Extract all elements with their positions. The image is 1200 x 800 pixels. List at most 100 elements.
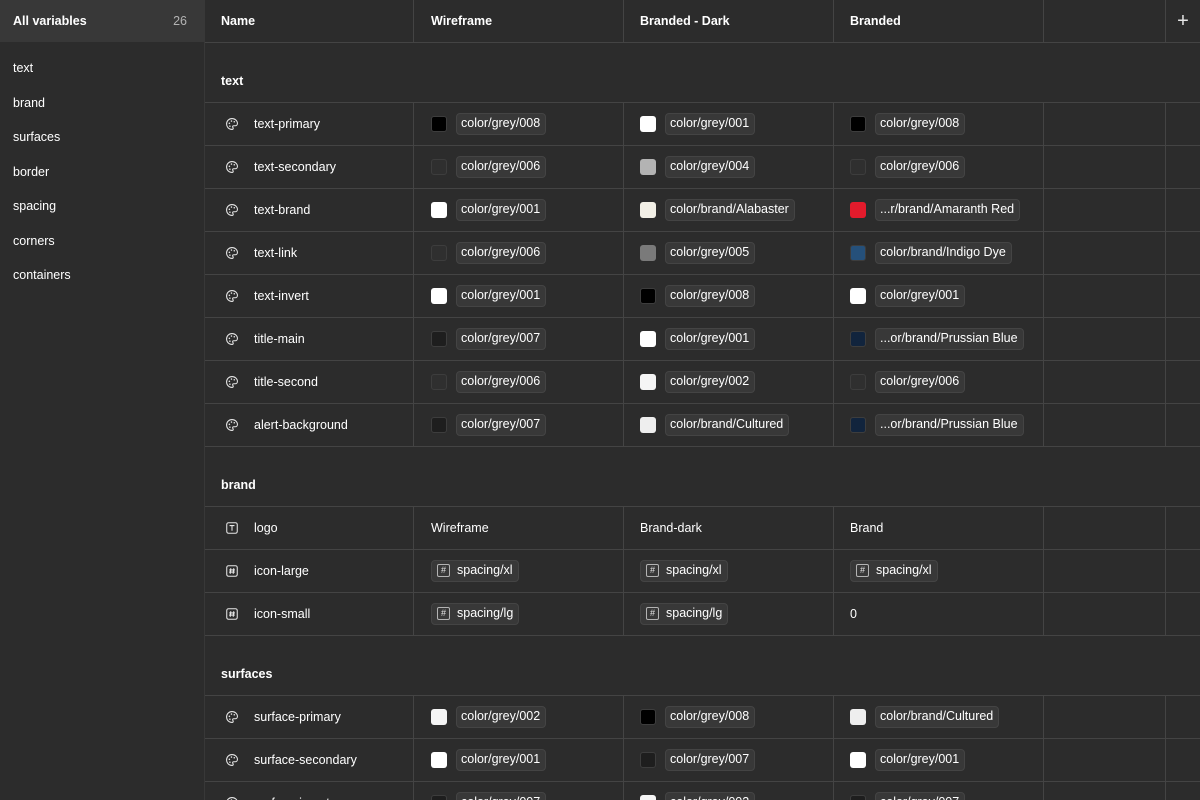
table-row[interactable]: surface-secondary color/grey/001 color/gre… [205, 739, 1200, 782]
alias-chip[interactable]: color/grey/001 [665, 328, 756, 350]
variable-name-cell[interactable]: text-secondary [205, 146, 414, 188]
variable-name-cell[interactable]: logo [205, 507, 414, 549]
variable-value-cell[interactable]: ...or/brand/Prussian Blue [834, 404, 1044, 446]
variable-value-cell[interactable]: color/grey/008 [624, 696, 834, 738]
alias-chip[interactable]: color/grey/008 [665, 285, 756, 307]
sidebar-item-brand[interactable]: brand [0, 82, 204, 117]
variable-value-cell[interactable]: # spacing/xl [414, 550, 624, 592]
variable-value-cell[interactable]: color/grey/001 [414, 275, 624, 317]
alias-chip[interactable]: color/grey/002 [665, 792, 756, 800]
variable-value-cell[interactable]: color/grey/006 [834, 361, 1044, 403]
variable-value-cell[interactable]: color/grey/006 [414, 361, 624, 403]
alias-chip[interactable]: color/grey/002 [456, 706, 547, 728]
alias-chip[interactable]: color/grey/007 [456, 792, 547, 800]
variable-value-cell[interactable]: ...or/brand/Prussian Blue [834, 318, 1044, 360]
table-row[interactable]: logo Wireframe Brand-dark Brand [205, 507, 1200, 550]
table-row[interactable]: text-secondary color/grey/006 color/grey/0… [205, 146, 1200, 189]
variable-value-cell[interactable]: Brand [834, 507, 1044, 549]
variable-name-cell[interactable]: surface-invert [205, 782, 414, 800]
column-header-name[interactable]: Name [205, 0, 414, 42]
variable-name-cell[interactable]: icon-small [205, 593, 414, 635]
alias-chip[interactable]: ...or/brand/Prussian Blue [875, 328, 1024, 350]
variable-name-cell[interactable]: surface-primary [205, 696, 414, 738]
sidebar-item-spacing[interactable]: spacing [0, 185, 204, 220]
alias-chip[interactable]: # spacing/lg [431, 603, 520, 625]
all-variables-item[interactable]: All variables 26 [0, 0, 204, 42]
alias-chip[interactable]: color/grey/001 [456, 285, 547, 307]
table-row[interactable]: alert-background color/grey/007 color/bran… [205, 404, 1200, 447]
alias-chip[interactable]: color/grey/008 [875, 113, 966, 135]
variable-value-cell[interactable]: color/grey/007 [624, 739, 834, 781]
alias-chip[interactable]: # spacing/xl [850, 560, 938, 582]
alias-chip[interactable]: color/grey/006 [456, 156, 547, 178]
alias-chip[interactable]: color/grey/007 [875, 792, 966, 800]
alias-chip[interactable]: color/grey/004 [665, 156, 756, 178]
alias-chip[interactable]: color/grey/001 [875, 285, 966, 307]
alias-chip[interactable]: color/grey/001 [665, 113, 756, 135]
table-row[interactable]: title-second color/grey/006 color/grey/002… [205, 361, 1200, 404]
variable-value-cell[interactable]: color/brand/Alabaster [624, 189, 834, 231]
alias-chip[interactable]: color/grey/005 [665, 242, 756, 264]
variable-value-cell[interactable]: color/brand/Cultured [834, 696, 1044, 738]
alias-chip[interactable]: ...or/brand/Prussian Blue [875, 414, 1024, 436]
variable-value-cell[interactable]: color/grey/001 [834, 275, 1044, 317]
table-row[interactable]: surface-invert color/grey/007 color/grey/0… [205, 782, 1200, 800]
variable-value-cell[interactable]: Wireframe [414, 507, 624, 549]
variable-value-cell[interactable]: color/grey/007 [414, 404, 624, 446]
table-row[interactable]: text-invert color/grey/001 color/grey/008 c… [205, 275, 1200, 318]
alias-chip[interactable]: color/grey/007 [665, 749, 756, 771]
variable-value-cell[interactable]: color/grey/008 [414, 103, 624, 145]
variable-value-cell[interactable]: color/grey/001 [624, 103, 834, 145]
alias-chip[interactable]: color/grey/006 [875, 371, 966, 393]
table-row[interactable]: text-brand color/grey/001 color/brand/Alab… [205, 189, 1200, 232]
variable-name-cell[interactable]: alert-background [205, 404, 414, 446]
variable-name-cell[interactable]: title-second [205, 361, 414, 403]
column-header-mode-3[interactable]: Branded [834, 0, 1044, 42]
alias-chip[interactable]: color/brand/Indigo Dye [875, 242, 1012, 264]
sidebar-item-text[interactable]: text [0, 47, 204, 82]
variable-value-cell[interactable]: color/grey/008 [834, 103, 1044, 145]
variable-value-cell[interactable]: ...r/brand/Amaranth Red [834, 189, 1044, 231]
variable-value-cell[interactable]: color/grey/001 [414, 739, 624, 781]
alias-chip[interactable]: ...r/brand/Amaranth Red [875, 199, 1021, 221]
alias-chip[interactable]: color/grey/002 [665, 371, 756, 393]
variable-value-cell[interactable]: color/grey/002 [414, 696, 624, 738]
variable-value-cell[interactable]: color/grey/006 [414, 232, 624, 274]
variable-name-cell[interactable]: text-brand [205, 189, 414, 231]
table-row[interactable]: icon-large # spacing/xl # spacing/xl # spacing… [205, 550, 1200, 593]
alias-chip[interactable]: color/grey/001 [456, 749, 547, 771]
variable-value-cell[interactable]: color/grey/006 [834, 146, 1044, 188]
alias-chip[interactable]: color/grey/006 [875, 156, 966, 178]
variable-value-cell[interactable]: color/grey/007 [834, 782, 1044, 800]
variable-name-cell[interactable]: text-primary [205, 103, 414, 145]
sidebar-item-border[interactable]: border [0, 151, 204, 186]
variable-value-cell[interactable]: color/grey/007 [414, 782, 624, 800]
alias-chip[interactable]: # spacing/xl [431, 560, 519, 582]
table-row[interactable]: text-primary color/grey/008 color/grey/001… [205, 103, 1200, 146]
alias-chip[interactable]: # spacing/lg [640, 603, 729, 625]
alias-chip[interactable]: color/grey/007 [456, 328, 547, 350]
variable-name-cell[interactable]: icon-large [205, 550, 414, 592]
sidebar-item-corners[interactable]: corners [0, 220, 204, 255]
variable-value-cell[interactable]: color/grey/004 [624, 146, 834, 188]
variable-value-cell[interactable]: # spacing/lg [624, 593, 834, 635]
table-row[interactable]: title-main color/grey/007 color/grey/001..… [205, 318, 1200, 361]
variable-value-cell[interactable]: Brand-dark [624, 507, 834, 549]
variable-value-cell[interactable]: 0 [834, 593, 1044, 635]
variable-value-cell[interactable]: color/grey/007 [414, 318, 624, 360]
alias-chip[interactable]: color/grey/008 [665, 706, 756, 728]
variable-value-cell[interactable]: color/grey/002 [624, 782, 834, 800]
add-mode-button[interactable]: + [1166, 0, 1200, 42]
variable-value-cell[interactable]: color/grey/005 [624, 232, 834, 274]
variable-value-cell[interactable]: color/brand/Indigo Dye [834, 232, 1044, 274]
variable-value-cell[interactable]: color/grey/001 [624, 318, 834, 360]
variable-value-cell[interactable]: # spacing/lg [414, 593, 624, 635]
alias-chip[interactable]: color/grey/006 [456, 242, 547, 264]
alias-chip[interactable]: color/grey/008 [456, 113, 547, 135]
alias-chip[interactable]: color/grey/006 [456, 371, 547, 393]
variable-value-cell[interactable]: color/grey/006 [414, 146, 624, 188]
column-header-mode-1[interactable]: Wireframe [414, 0, 624, 42]
variable-name-cell[interactable]: text-link [205, 232, 414, 274]
table-row[interactable]: icon-small # spacing/lg # spacing/lg 0 [205, 593, 1200, 636]
alias-chip[interactable]: # spacing/xl [640, 560, 728, 582]
